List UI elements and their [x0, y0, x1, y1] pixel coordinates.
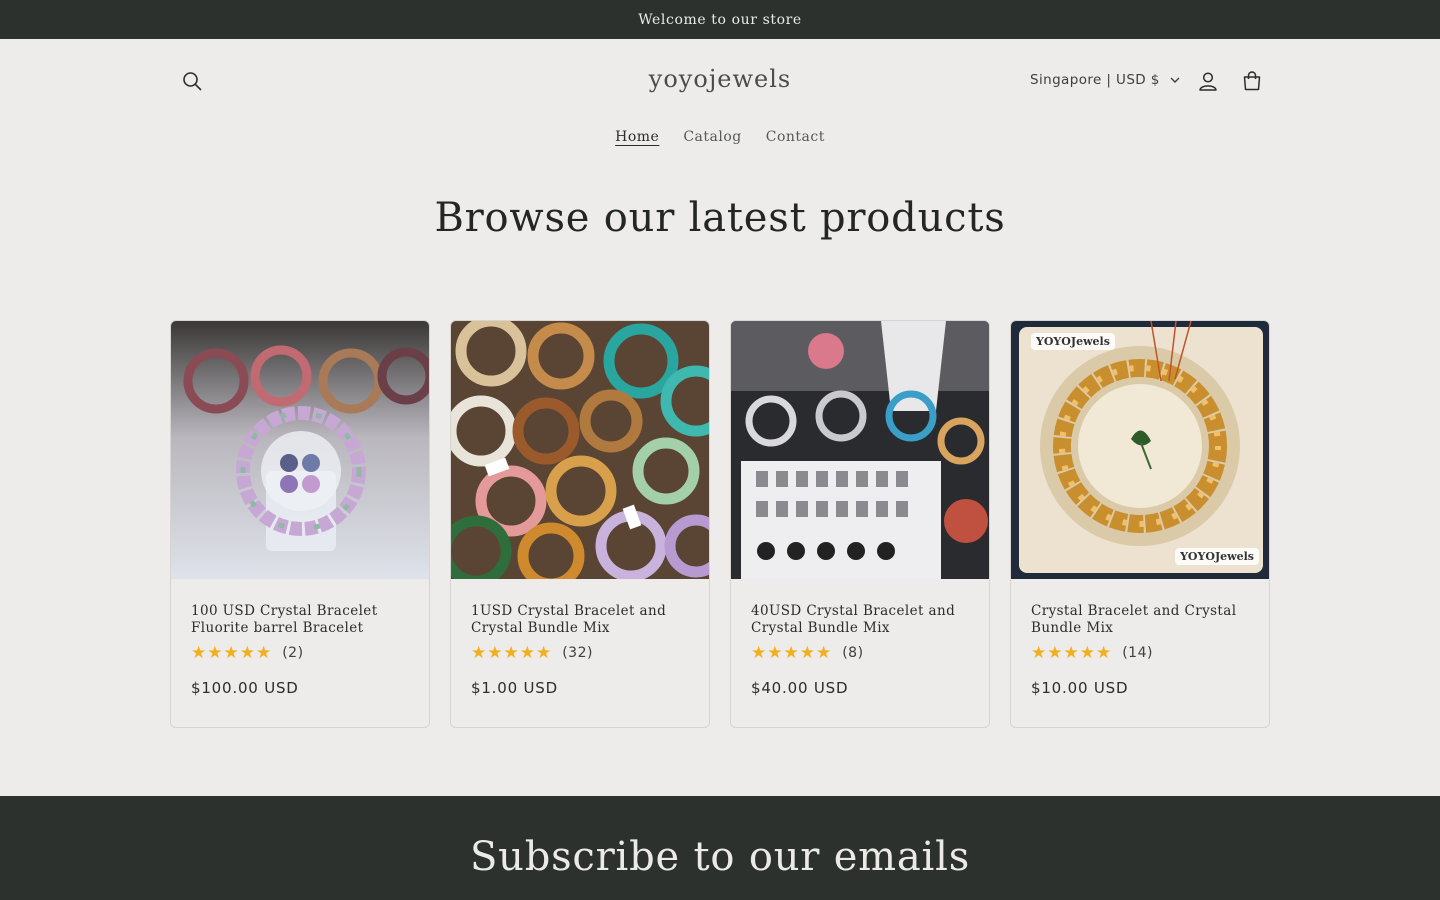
product-price: $40.00 USD: [751, 679, 849, 697]
product-title[interactable]: 100 USD Crystal Bracelet Fluorite barrel…: [191, 603, 409, 637]
star-icon: ★★★★★: [751, 643, 833, 663]
newsletter-title: Subscribe to our emails: [469, 834, 971, 880]
product-image[interactable]: [171, 321, 429, 579]
product-image[interactable]: [731, 321, 989, 579]
section-title: Browse our latest products: [434, 195, 1006, 241]
image-watermark: YOYOJewels: [1175, 548, 1259, 565]
announcement-text: Welcome to our store: [638, 11, 802, 28]
star-icon: ★★★★★: [1031, 643, 1113, 663]
image-watermark: YOYOJewels: [1031, 333, 1115, 350]
product-grid: 100 USD Crystal Bracelet Fluorite barrel…: [170, 320, 1270, 728]
product-title[interactable]: Crystal Bracelet and Crystal Bundle Mix: [1031, 603, 1249, 637]
product-rating: ★★★★★ (8): [751, 643, 969, 663]
review-count: (32): [562, 645, 593, 661]
review-count: (2): [282, 645, 304, 661]
star-icon: ★★★★★: [471, 643, 553, 663]
product-rating: ★★★★★ (2): [191, 643, 409, 663]
product-card[interactable]: 100 USD Crystal Bracelet Fluorite barrel…: [170, 320, 430, 728]
product-title[interactable]: 1USD Crystal Bracelet and Crystal Bundle…: [471, 603, 689, 637]
nav-catalog[interactable]: Catalog: [671, 123, 753, 151]
product-card[interactable]: YOYOJewels YOYOJewels Crystal Bracelet a…: [1010, 320, 1270, 728]
product-card[interactable]: 1USD Crystal Bracelet and Crystal Bundle…: [450, 320, 710, 728]
product-rating: ★★★★★ (14): [1031, 643, 1249, 663]
product-rating: ★★★★★ (32): [471, 643, 689, 663]
nav-home[interactable]: Home: [603, 123, 671, 151]
product-title[interactable]: 40USD Crystal Bracelet and Crystal Bundl…: [751, 603, 969, 637]
cart-icon: [1243, 71, 1261, 91]
product-card[interactable]: 40USD Crystal Bracelet and Crystal Bundl…: [730, 320, 990, 728]
product-price: $100.00 USD: [191, 679, 299, 697]
account-button[interactable]: [1187, 60, 1229, 102]
chevron-down-icon: [1170, 77, 1180, 83]
country-selector-label: Singapore | USD $: [1030, 72, 1160, 88]
account-icon: [1199, 72, 1217, 91]
review-count: (14): [1122, 645, 1153, 661]
product-image[interactable]: [451, 321, 709, 579]
review-count: (8): [842, 645, 864, 661]
product-price: $10.00 USD: [1031, 679, 1129, 697]
main-navigation: Home Catalog Contact: [0, 123, 1440, 175]
product-image[interactable]: YOYOJewels YOYOJewels: [1011, 321, 1269, 579]
cart-button[interactable]: [1231, 60, 1273, 102]
nav-contact[interactable]: Contact: [754, 123, 837, 151]
site-header: yoyojewels Singapore | USD $: [0, 39, 1440, 123]
newsletter-section: Subscribe to our emails: [0, 796, 1440, 900]
announcement-bar: Welcome to our store: [0, 0, 1440, 39]
star-icon: ★★★★★: [191, 643, 273, 663]
product-price: $1.00 USD: [471, 679, 558, 697]
country-currency-selector[interactable]: Singapore | USD $: [1030, 66, 1180, 94]
